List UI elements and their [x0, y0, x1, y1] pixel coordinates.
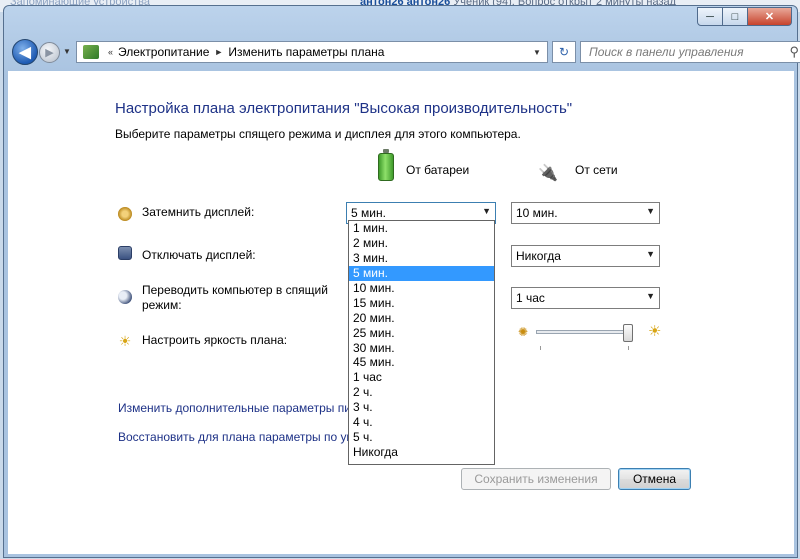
- dropdown-option[interactable]: 15 мин.: [349, 296, 494, 311]
- search-input[interactable]: Поиск в панели управления ⚲: [580, 41, 800, 63]
- dropdown-option[interactable]: 2 мин.: [349, 236, 494, 251]
- control-panel-icon: [83, 45, 99, 59]
- dropdown-option[interactable]: 10 мин.: [349, 281, 494, 296]
- dropdown-option[interactable]: 2 ч.: [349, 385, 494, 400]
- dropdown-option[interactable]: 1 мин.: [349, 221, 494, 236]
- dim-display-icon: [118, 207, 132, 221]
- column-header-battery: От батареи: [406, 163, 470, 177]
- dim-display-ac-value: 10 мин.: [516, 206, 558, 220]
- maximize-button[interactable]: □: [723, 7, 748, 26]
- chevron-down-icon: ▼: [646, 206, 655, 216]
- sleep-ac-value: 1 час: [516, 291, 545, 305]
- control-panel-window: ─ □ ✕ ◀ ▶ ▼ « Электропитание ► Изменить …: [3, 5, 800, 558]
- brightness-icon: ☀: [118, 333, 132, 349]
- dropdown-option[interactable]: 30 мин.: [349, 341, 494, 356]
- breadcrumb-power[interactable]: Электропитание: [118, 45, 209, 59]
- display-off-label: Отключать дисплей:: [142, 248, 256, 262]
- sleep-ac-select[interactable]: 1 час ▼: [511, 287, 660, 309]
- brightness-high-icon: ☀: [648, 323, 662, 340]
- dropdown-option[interactable]: 1 час: [349, 370, 494, 385]
- close-button[interactable]: ✕: [748, 7, 792, 26]
- slider-tick: [540, 346, 541, 350]
- power-plug-icon: 🔌: [538, 165, 558, 182]
- refresh-button[interactable]: ↻: [552, 41, 576, 63]
- forward-button[interactable]: ▶: [39, 42, 60, 63]
- search-placeholder: Поиск в панели управления: [589, 45, 744, 59]
- dropdown-option[interactable]: Никогда: [349, 445, 494, 460]
- brightness-label: Настроить яркость плана:: [142, 333, 288, 347]
- save-changes-button[interactable]: Сохранить изменения: [461, 468, 611, 490]
- main-content: Настройка плана электропитания "Высокая …: [8, 71, 794, 554]
- address-bar[interactable]: « Электропитание ► Изменить параметры пл…: [76, 41, 548, 63]
- breadcrumb-root-icon[interactable]: «: [108, 47, 113, 57]
- dropdown-option[interactable]: 5 ч.: [349, 430, 494, 445]
- sleep-label-line2: режим:: [142, 298, 182, 312]
- search-icon[interactable]: ⚲: [789, 44, 799, 60]
- dropdown-option[interactable]: 3 мин.: [349, 251, 494, 266]
- dropdown-option[interactable]: 4 ч.: [349, 415, 494, 430]
- navigation-bar: ◀ ▶ ▼ « Электропитание ► Изменить параме…: [12, 39, 800, 65]
- battery-icon: [378, 149, 394, 181]
- window-caption-buttons: ─ □ ✕: [697, 7, 792, 26]
- breadcrumb-separator-icon[interactable]: ►: [214, 47, 223, 57]
- page-title: Настройка плана электропитания "Высокая …: [115, 100, 573, 117]
- brightness-low-icon: ✺: [518, 325, 529, 339]
- sleep-icon: [118, 290, 132, 304]
- breadcrumb-edit-plan[interactable]: Изменить параметры плана: [228, 45, 384, 59]
- advanced-settings-link[interactable]: Изменить дополнительные параметры пи: [118, 401, 351, 415]
- address-dropdown-icon[interactable]: ▼: [527, 42, 547, 62]
- column-header-ac: От сети: [575, 163, 618, 177]
- dropdown-option[interactable]: 25 мин.: [349, 326, 494, 341]
- sleep-label: Переводить компьютер в спящий режим:: [142, 283, 328, 313]
- slider-tick: [628, 346, 629, 350]
- sleep-label-line1: Переводить компьютер в спящий: [142, 283, 328, 297]
- dropdown-option[interactable]: 5 мин.: [349, 265, 494, 281]
- dropdown-option[interactable]: 45 мин.: [349, 355, 494, 370]
- chevron-down-icon: ▼: [482, 206, 491, 216]
- display-off-icon: [118, 246, 132, 260]
- brightness-ac-slider-thumb[interactable]: [623, 324, 633, 342]
- page-subtitle: Выберите параметры спящего режима и дисп…: [115, 127, 521, 141]
- back-button[interactable]: ◀: [12, 39, 38, 65]
- chevron-down-icon: ▼: [646, 249, 655, 259]
- cancel-button[interactable]: Отмена: [618, 468, 691, 490]
- chevron-down-icon: ▼: [646, 291, 655, 301]
- dim-display-label: Затемнить дисплей:: [142, 205, 255, 219]
- dropdown-option[interactable]: 20 мин.: [349, 311, 494, 326]
- history-dropdown-icon[interactable]: ▼: [63, 47, 71, 56]
- minimize-button[interactable]: ─: [697, 7, 723, 26]
- dim-display-ac-select[interactable]: 10 мин. ▼: [511, 202, 660, 224]
- display-off-ac-select[interactable]: Никогда ▼: [511, 245, 660, 267]
- dim-display-battery-dropdown-list: 1 мин. 2 мин. 3 мин. 5 мин. 10 мин. 15 мин. 20…: [348, 220, 495, 465]
- brightness-ac-slider[interactable]: [536, 330, 632, 334]
- display-off-ac-value: Никогда: [516, 249, 561, 263]
- restore-defaults-link[interactable]: Восстановить для плана параметры по ум: [118, 430, 355, 444]
- dropdown-option[interactable]: 3 ч.: [349, 400, 494, 415]
- dim-display-battery-value: 5 мин.: [351, 206, 386, 220]
